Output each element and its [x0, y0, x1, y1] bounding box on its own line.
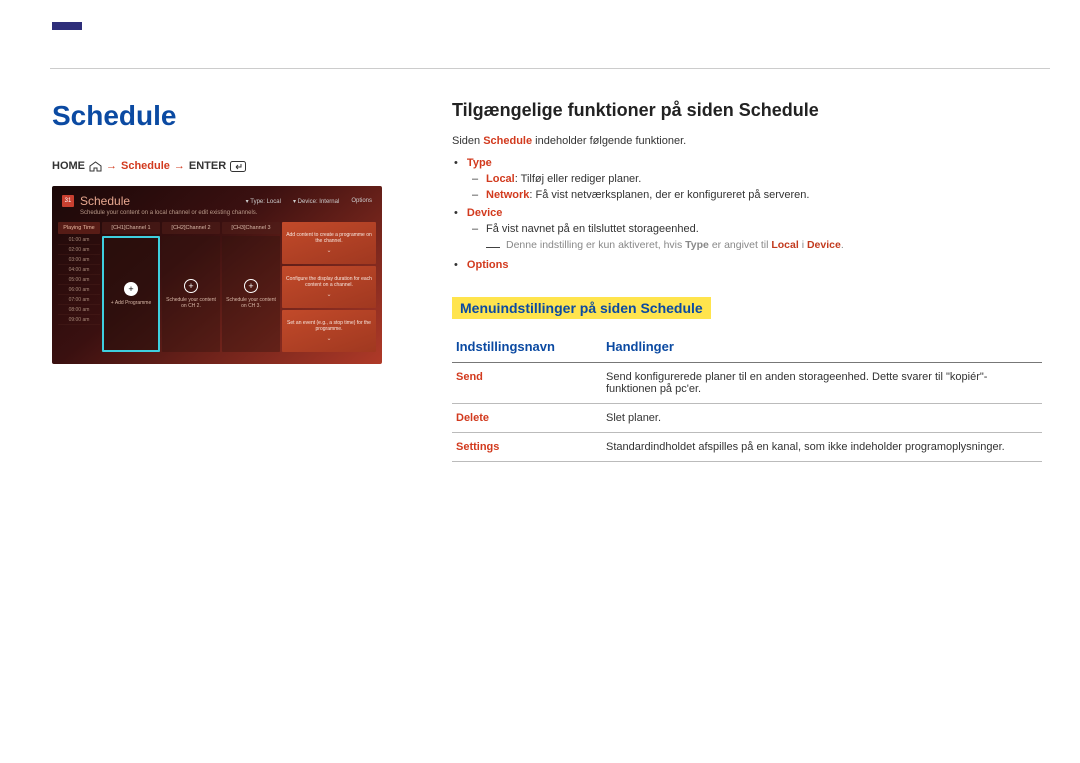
time-slot: 04:00 am: [58, 265, 100, 275]
mock-header: 31 Schedule ▾ Type: Local ▾ Device: Inte…: [52, 186, 382, 210]
breadcrumb-enter: ENTER: [189, 160, 226, 172]
channel-column[interactable]: [CH1]Channel 1 + + Add Programme: [102, 222, 160, 352]
time-slot: 01:00 am: [58, 235, 100, 245]
home-icon: [89, 161, 102, 172]
enter-icon: [230, 161, 246, 172]
channel-header: [CH2]Channel 2: [162, 222, 220, 234]
intro-text: Siden Schedule indeholder følgende funkt…: [452, 135, 1042, 147]
mock-body: Playing Time 01:00 am02:00 am03:00 am04:…: [52, 222, 382, 352]
mock-device-select[interactable]: ▾ Device: Internal: [293, 198, 339, 205]
plus-icon[interactable]: +: [244, 279, 258, 293]
note-dash-icon: ―: [486, 239, 500, 253]
channel-header: [CH1]Channel 1: [102, 222, 160, 234]
option-action: Send konfigurerede planer til en anden s…: [602, 363, 1042, 404]
mock-type-select[interactable]: ▾ Type: Local: [246, 198, 281, 205]
mock-subtitle: Schedule your content on a local channel…: [52, 210, 382, 222]
right-column: Tilgængelige funktioner på siden Schedul…: [452, 100, 1042, 462]
calendar-icon: 31: [62, 195, 74, 207]
time-column: Playing Time 01:00 am02:00 am03:00 am04:…: [58, 222, 100, 352]
table-row: SettingsStandardindholdet afspilles på e…: [452, 433, 1042, 462]
time-slot: 05:00 am: [58, 275, 100, 285]
breadcrumb-schedule: Schedule: [121, 160, 170, 172]
func-options: Options: [466, 259, 1042, 271]
channel-body[interactable]: + Schedule your content on CH 3.: [222, 236, 280, 352]
option-name: Settings: [452, 433, 602, 462]
left-column: Schedule HOME → Schedule → ENTER 31 Sche…: [52, 100, 382, 462]
func-type: Type Local: Tilføj eller rediger planer.…: [466, 157, 1042, 201]
time-slot: 02:00 am: [58, 245, 100, 255]
channel-label: + Add Programme: [108, 300, 154, 306]
info-box[interactable]: Add content to create a programme on the…: [282, 222, 376, 264]
time-slot: 07:00 am: [58, 295, 100, 305]
info-box[interactable]: Set an event (e.g., a stop time) for the…: [282, 310, 376, 352]
channel-label: Schedule your content on CH 2.: [162, 297, 220, 309]
channel-column[interactable]: [CH2]Channel 2 + Schedule your content on …: [162, 222, 220, 352]
breadcrumb-home: HOME: [52, 160, 85, 172]
func-type-local: Local: Tilføj eller rediger planer.: [486, 173, 1042, 185]
time-slot: 06:00 am: [58, 285, 100, 295]
channel-column[interactable]: [CH3]Channel 3 + Schedule your content on …: [222, 222, 280, 352]
functions-list: Type Local: Tilføj eller rediger planer.…: [452, 157, 1042, 271]
channel-header: [CH3]Channel 3: [222, 222, 280, 234]
channel-body[interactable]: + + Add Programme: [102, 236, 160, 352]
subsection-heading: Menuindstillinger på siden Schedule: [452, 297, 711, 319]
top-divider: [50, 68, 1050, 69]
time-slot: 08:00 am: [58, 305, 100, 315]
info-box[interactable]: Configure the display duration for each …: [282, 266, 376, 308]
breadcrumb-arrow-1: →: [106, 160, 117, 172]
section-heading: Tilgængelige funktioner på siden Schedul…: [452, 100, 1042, 121]
time-slot: 03:00 am: [58, 255, 100, 265]
option-name: Delete: [452, 404, 602, 433]
channel-label: Schedule your content on CH 3.: [222, 297, 280, 309]
brand-bar: [52, 22, 82, 30]
option-name: Send: [452, 363, 602, 404]
table-row: DeleteSlet planer.: [452, 404, 1042, 433]
options-table: Indstillingsnavn Handlinger SendSend kon…: [452, 333, 1042, 462]
func-device: Device Få vist navnet på en tilsluttet s…: [466, 207, 1042, 253]
option-action: Standardindholdet afspilles på en kanal,…: [602, 433, 1042, 462]
plus-icon[interactable]: +: [184, 279, 198, 293]
schedule-screenshot: 31 Schedule ▾ Type: Local ▾ Device: Inte…: [52, 186, 382, 364]
device-note: ― Denne indstilling er kun aktiveret, hv…: [466, 239, 1042, 253]
th-name: Indstillingsnavn: [452, 333, 602, 363]
option-action: Slet planer.: [602, 404, 1042, 433]
plus-icon[interactable]: +: [124, 282, 138, 296]
info-column: Add content to create a programme on the…: [282, 222, 376, 352]
mock-options-button[interactable]: Options: [351, 198, 372, 205]
table-row: SendSend konfigurerede planer til en and…: [452, 363, 1042, 404]
channel-body[interactable]: + Schedule your content on CH 2.: [162, 236, 220, 352]
mock-title: Schedule: [80, 194, 130, 208]
func-type-network: Network: Få vist netværksplanen, der er …: [486, 189, 1042, 201]
breadcrumb: HOME → Schedule → ENTER: [52, 160, 382, 172]
func-device-line: Få vist navnet på en tilsluttet storagee…: [486, 223, 1042, 235]
time-header: Playing Time: [58, 222, 100, 234]
page-title: Schedule: [52, 100, 382, 132]
th-action: Handlinger: [602, 333, 1042, 363]
breadcrumb-arrow-2: →: [174, 160, 185, 172]
mock-header-right: ▾ Type: Local ▾ Device: Internal Options: [246, 198, 372, 205]
time-slot: 09:00 am: [58, 315, 100, 325]
